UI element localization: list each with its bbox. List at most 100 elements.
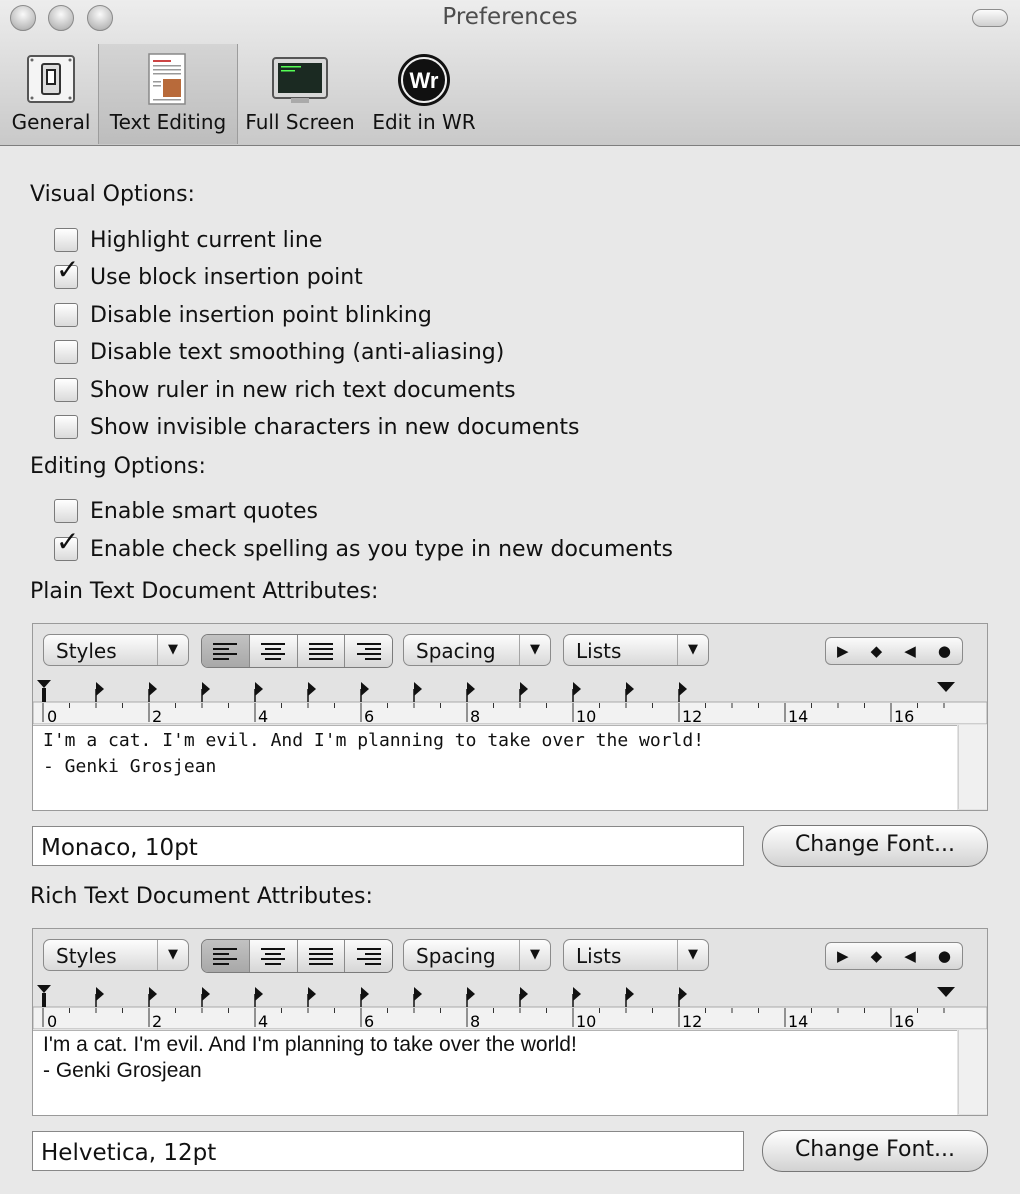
left-tab-icon[interactable]: ▶ bbox=[837, 642, 849, 660]
tab-stop-marker-icon bbox=[308, 987, 316, 1001]
align-left-button[interactable] bbox=[202, 940, 250, 972]
spacing-popup-label: Spacing bbox=[416, 944, 496, 968]
toolbar-item-full-screen[interactable]: Full Screen bbox=[240, 44, 360, 144]
tab-stops-control[interactable]: ▶ ◆ ◀ ● bbox=[825, 942, 963, 970]
window-title: Preferences bbox=[442, 4, 578, 30]
preferences-window: Preferences General Text Editing Full Sc… bbox=[0, 0, 1020, 1194]
rich-text-editor-panel: Styles ▼ Spacing ▼ Lists ▼ ▶ ◆ ◀ ● 0 2 4… bbox=[32, 928, 988, 1116]
toolbar-item-edit-in-wr[interactable]: Wr Edit in WR bbox=[366, 44, 482, 144]
ruler[interactable]: 0 2 4 6 8 10 12 14 16 bbox=[33, 676, 987, 724]
ruler-label: 0 bbox=[47, 707, 57, 724]
checkmark-icon: ✓ bbox=[56, 525, 80, 558]
styles-popup[interactable]: Styles ▼ bbox=[43, 634, 189, 666]
spacing-popup[interactable]: Spacing ▼ bbox=[403, 939, 551, 971]
tab-stop-marker-icon bbox=[361, 987, 369, 1001]
tab-stops-control[interactable]: ▶ ◆ ◀ ● bbox=[825, 637, 963, 665]
visual-options-heading: Visual Options: bbox=[30, 182, 195, 207]
ruler-label: 6 bbox=[364, 1012, 374, 1029]
checkbox-show-invisible-characters[interactable]: Show invisible characters in new documen… bbox=[54, 412, 580, 442]
checkbox-box[interactable]: ✓ bbox=[54, 256, 79, 289]
center-tab-icon[interactable]: ◆ bbox=[871, 947, 883, 965]
indent-marker-icon bbox=[37, 680, 51, 702]
checkbox-disable-insertion-point-blinking[interactable]: Disable insertion point blinking bbox=[54, 300, 432, 330]
ruler[interactable]: 0 2 4 6 8 10 12 14 16 bbox=[33, 981, 987, 1029]
checkbox-box[interactable] bbox=[54, 378, 78, 402]
checkbox-enable-smart-quotes[interactable]: Enable smart quotes bbox=[54, 496, 318, 526]
align-left-icon bbox=[213, 643, 238, 660]
ruler-label: 8 bbox=[470, 707, 480, 724]
lists-popup[interactable]: Lists ▼ bbox=[563, 939, 709, 971]
toolbar-item-text-editing[interactable]: Text Editing bbox=[98, 44, 238, 144]
checkbox-box[interactable] bbox=[54, 340, 78, 364]
styles-popup[interactable]: Styles ▼ bbox=[43, 939, 189, 971]
spacing-popup-label: Spacing bbox=[416, 639, 496, 663]
rich-change-font-button[interactable]: Change Font... bbox=[762, 1130, 988, 1172]
checkbox-label: Show ruler in new rich text documents bbox=[90, 377, 516, 403]
spacing-popup[interactable]: Spacing ▼ bbox=[403, 634, 551, 666]
checkbox-label: Enable check spelling as you type in new… bbox=[90, 536, 673, 562]
checkbox-check-spelling[interactable]: ✓ Enable check spelling as you type in n… bbox=[54, 528, 673, 564]
align-right-button[interactable] bbox=[345, 940, 392, 972]
align-right-button[interactable] bbox=[345, 635, 392, 667]
center-tab-icon[interactable]: ◆ bbox=[871, 642, 883, 660]
tab-stop-marker-icon bbox=[202, 682, 210, 696]
toolbar-item-general[interactable]: General bbox=[6, 44, 96, 144]
checkbox-highlight-current-line[interactable]: Highlight current line bbox=[54, 225, 322, 255]
right-tab-icon[interactable]: ◀ bbox=[904, 947, 916, 965]
ruler-label: 10 bbox=[576, 707, 596, 724]
tab-stop-marker-icon bbox=[573, 682, 581, 696]
right-margin-marker-icon bbox=[937, 682, 955, 692]
right-tab-icon[interactable]: ◀ bbox=[904, 642, 916, 660]
ruler-label: 14 bbox=[788, 707, 808, 724]
toolbar-label-full-screen: Full Screen bbox=[245, 110, 355, 134]
monitor-icon bbox=[272, 57, 328, 103]
sample-text-line: I'm a cat. I'm evil. And I'm planning to… bbox=[43, 730, 705, 751]
checkbox-disable-text-smoothing[interactable]: Disable text smoothing (anti-aliasing) bbox=[54, 337, 504, 367]
alignment-segmented-control bbox=[201, 634, 393, 668]
align-justify-button[interactable] bbox=[297, 940, 346, 972]
checkbox-show-ruler[interactable]: Show ruler in new rich text documents bbox=[54, 375, 516, 405]
plain-text-editor-panel: Styles ▼ Spacing ▼ Lists ▼ ▶ ◆ ◀ ● 0 2 4… bbox=[32, 623, 988, 811]
checkmark-icon: ✓ bbox=[56, 253, 80, 286]
plain-text-heading: Plain Text Document Attributes: bbox=[30, 579, 379, 604]
checkbox-box[interactable]: ✓ bbox=[54, 528, 79, 561]
chevron-down-icon: ▼ bbox=[677, 635, 708, 665]
plain-change-font-button[interactable]: Change Font... bbox=[762, 825, 988, 867]
tab-stop-marker-icon bbox=[679, 987, 687, 1001]
right-margin-marker-icon bbox=[937, 987, 955, 997]
align-left-button[interactable] bbox=[202, 635, 250, 667]
tab-stop-marker-icon bbox=[308, 682, 316, 696]
alignment-segmented-control bbox=[201, 939, 393, 973]
align-center-button[interactable] bbox=[249, 635, 298, 667]
scrollbar[interactable] bbox=[958, 725, 987, 809]
scrollbar[interactable] bbox=[958, 1030, 987, 1114]
checkbox-box[interactable] bbox=[54, 303, 78, 327]
checkbox-label: Use block insertion point bbox=[90, 264, 363, 290]
rich-text-sample-area[interactable]: I'm a cat. I'm evil. And I'm planning to… bbox=[33, 1030, 957, 1115]
title-toolbar: Preferences General Text Editing Full Sc… bbox=[0, 0, 1020, 146]
decimal-tab-icon[interactable]: ● bbox=[938, 642, 951, 660]
ruler-label: 12 bbox=[682, 707, 702, 724]
lists-popup-label: Lists bbox=[576, 639, 622, 663]
plain-text-sample-area[interactable]: I'm a cat. I'm evil. And I'm planning to… bbox=[33, 725, 957, 810]
rich-text-font-field[interactable]: Helvetica, 12pt bbox=[32, 1131, 744, 1171]
plain-text-font-field[interactable]: Monaco, 10pt bbox=[32, 826, 744, 866]
toolbar-toggle-button[interactable] bbox=[972, 9, 1008, 27]
left-tab-icon[interactable]: ▶ bbox=[837, 947, 849, 965]
tab-stop-marker-icon bbox=[626, 987, 634, 1001]
lists-popup-label: Lists bbox=[576, 944, 622, 968]
tab-stop-marker-icon bbox=[467, 987, 475, 1001]
checkbox-box[interactable] bbox=[54, 228, 78, 252]
decimal-tab-icon[interactable]: ● bbox=[938, 947, 951, 965]
chevron-down-icon: ▼ bbox=[157, 635, 188, 665]
checkbox-use-block-insertion-point[interactable]: ✓ Use block insertion point bbox=[54, 256, 363, 292]
lists-popup[interactable]: Lists ▼ bbox=[563, 634, 709, 666]
align-justify-button[interactable] bbox=[297, 635, 346, 667]
toolbar-label-edit-in-wr: Edit in WR bbox=[372, 110, 476, 134]
checkbox-box[interactable] bbox=[54, 415, 78, 439]
tab-stop-marker-icon bbox=[149, 682, 157, 696]
ruler-label: 6 bbox=[364, 707, 374, 724]
checkbox-box[interactable] bbox=[54, 499, 78, 523]
align-center-button[interactable] bbox=[249, 940, 298, 972]
chevron-down-icon: ▼ bbox=[677, 940, 708, 970]
